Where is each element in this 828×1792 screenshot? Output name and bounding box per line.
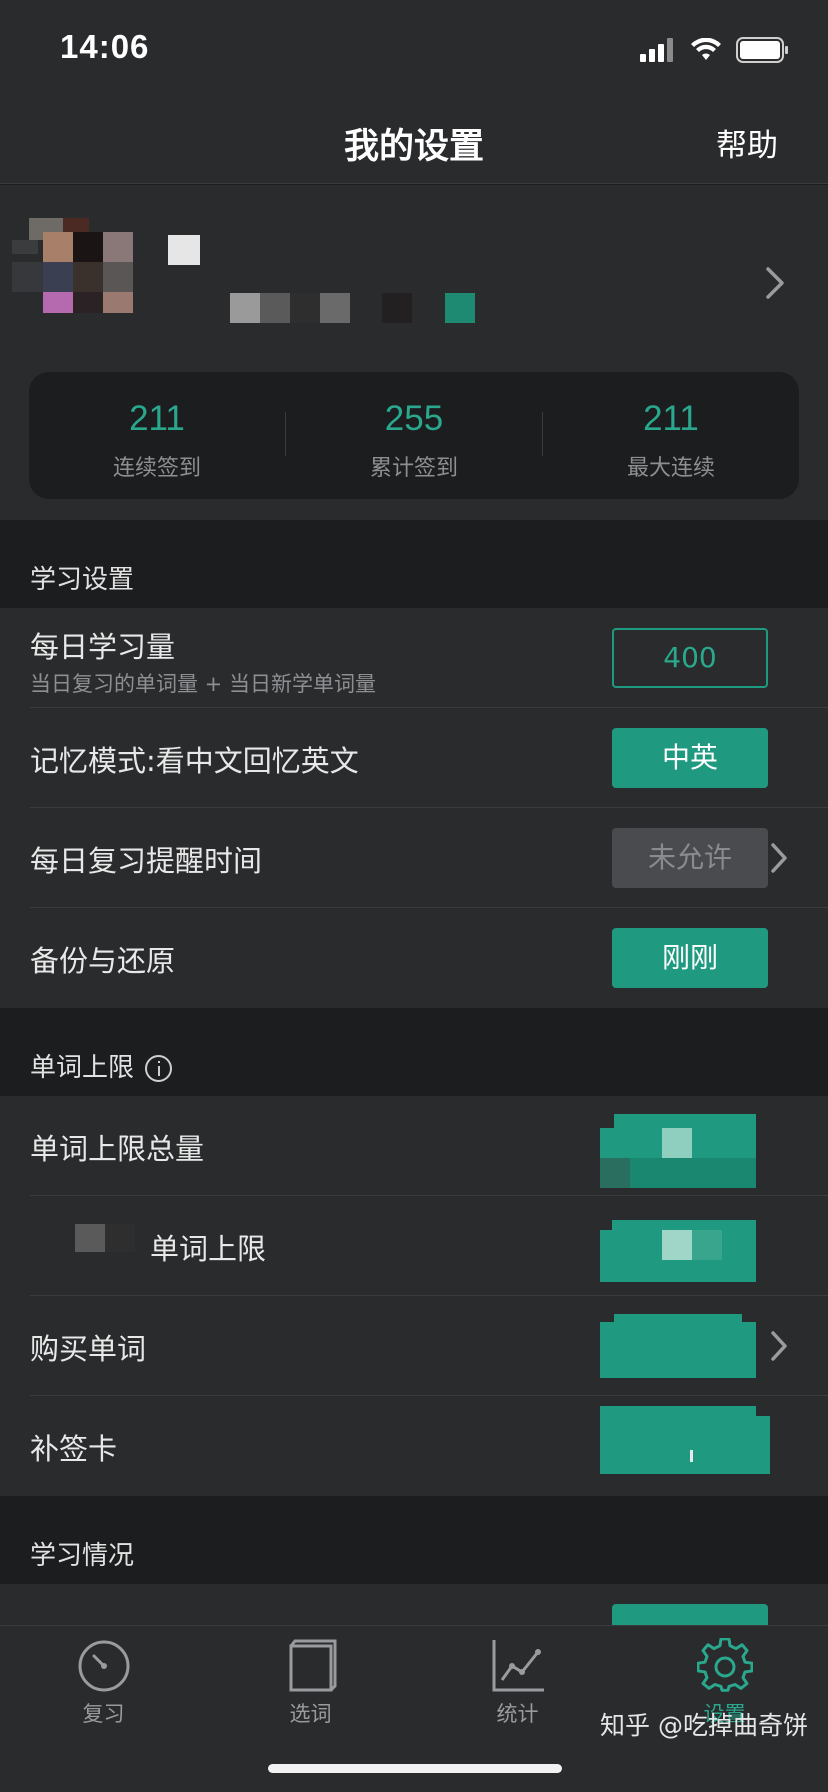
chart-icon: [492, 1640, 544, 1692]
chevron-right-icon: [766, 267, 784, 299]
status-time: 14:06: [60, 28, 150, 65]
row-label: 购买单词: [30, 1332, 147, 1366]
row-label: 单词上限: [150, 1232, 267, 1266]
book-icon: [289, 1639, 336, 1692]
stat-label: 累计签到: [369, 456, 458, 481]
tab-label: 复习: [82, 1702, 125, 1726]
profile-section: 211 连续签到 255 累计签到 211 最大连续: [0, 185, 828, 520]
stats-card: 211 连续签到 255 累计签到 211 最大连续: [29, 372, 799, 499]
battery-icon: [736, 37, 788, 63]
row-reminder-time[interactable]: 每日复习提醒时间 未允许: [0, 808, 828, 908]
nav-bar: 我的设置 帮助: [0, 100, 828, 184]
row-sublabel: 当日复习的单词量 + 当日新学单词量: [30, 672, 376, 696]
backup-button[interactable]: 刚刚: [612, 928, 768, 988]
chevron-right-icon: [771, 1331, 787, 1361]
tab-statistics[interactable]: 统计: [414, 1638, 621, 1738]
stat-max: 211 最大连续: [543, 372, 799, 499]
tab-select-words[interactable]: 选词: [207, 1638, 414, 1738]
row-label: 记忆模式:看中文回忆英文: [30, 744, 359, 778]
label-prefix-blurred: [75, 1224, 135, 1252]
status-icons: [640, 36, 790, 64]
row-limit-extra[interactable]: 单词上限: [0, 1196, 828, 1296]
limit-total-value-blurred[interactable]: [600, 1114, 770, 1192]
stat-consecutive: 211 连续签到: [29, 372, 285, 499]
page-title: 我的设置: [343, 127, 484, 167]
avatar: [12, 218, 133, 313]
row-backup[interactable]: 备份与还原 刚刚: [0, 908, 828, 1008]
row-label: 每日学习量: [30, 630, 176, 664]
memory-mode-button[interactable]: 中英: [612, 728, 768, 788]
help-button[interactable]: 帮助: [716, 120, 778, 165]
stat-value: 211: [643, 399, 699, 438]
speedometer-icon: [78, 1640, 129, 1692]
stat-value: 255: [384, 399, 444, 438]
watermark: 知乎 @吃掉曲奇饼: [600, 1711, 808, 1740]
row-label: 备份与还原: [30, 944, 176, 978]
tab-review[interactable]: 复习: [0, 1638, 207, 1738]
row-memory-mode[interactable]: 记忆模式:看中文回忆英文 中英: [0, 708, 828, 808]
row-label: 单词上限总量: [30, 1132, 205, 1166]
row-makeup-card[interactable]: 补签卡: [0, 1396, 828, 1496]
row-label: 每日复习提醒时间: [30, 844, 263, 878]
section-header-limit: 单词上限: [0, 1008, 828, 1096]
signal-icon: [640, 38, 673, 62]
info-icon[interactable]: [145, 1055, 172, 1082]
limit-extra-value-blurred[interactable]: [600, 1220, 756, 1282]
stat-total: 255 累计签到: [286, 372, 542, 499]
buy-value-blurred[interactable]: [600, 1314, 756, 1378]
tab-label: 统计: [496, 1702, 539, 1726]
status-bar: 14:06: [0, 0, 828, 100]
username-blurred: [168, 235, 475, 323]
daily-amount-input[interactable]: 400: [612, 628, 768, 688]
section-title: 单词上限: [30, 1053, 135, 1083]
home-indicator[interactable]: [268, 1764, 562, 1773]
wifi-icon: [691, 38, 721, 60]
row-limit-total[interactable]: 单词上限总量: [0, 1096, 828, 1196]
section-title: 学习情况: [30, 1541, 135, 1571]
stat-label: 连续签到: [112, 456, 201, 481]
profile-header[interactable]: [0, 185, 828, 355]
row-label: 补签卡: [30, 1432, 118, 1466]
chevron-right-icon: [771, 843, 787, 873]
section-header-study: 学习设置: [0, 520, 828, 608]
stat-label: 最大连续: [626, 456, 715, 481]
row-buy-words[interactable]: 购买单词: [0, 1296, 828, 1396]
row-daily-amount[interactable]: 每日学习量 当日复习的单词量 + 当日新学单词量 400: [0, 608, 828, 708]
makeup-card-value-blurred[interactable]: [600, 1406, 770, 1486]
section-title: 学习设置: [30, 565, 135, 595]
reminder-status-button[interactable]: 未允许: [612, 828, 768, 888]
gear-icon: [696, 1638, 753, 1692]
tab-label: 选词: [289, 1702, 332, 1726]
stat-value: 211: [129, 399, 185, 438]
section-header-progress: 学习情况: [0, 1496, 828, 1584]
